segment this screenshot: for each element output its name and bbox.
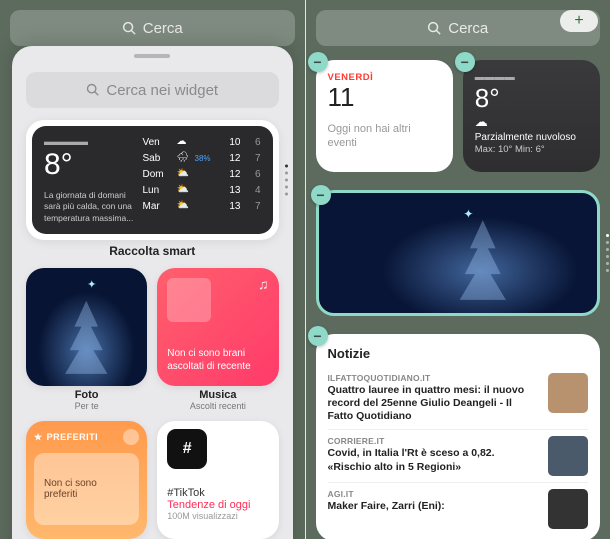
tiktok-widget[interactable]: #♪ #TikTok Tendenze di oggi 100M visuali…: [157, 421, 278, 539]
preferiti-head: PREFERITI: [47, 432, 99, 442]
cloud-icon: ☁: [475, 114, 588, 130]
widget-search[interactable]: Cerca nei widget: [26, 72, 279, 108]
tiktok-views: 100M visualizzazi: [167, 511, 268, 521]
search-bar[interactable]: Cerca: [316, 10, 601, 46]
tree-icon: [62, 296, 111, 379]
weather-icon: ☁: [177, 136, 189, 148]
search-icon: [122, 21, 137, 36]
news-headline: Quattro lauree in quattro mesi: il nuovo…: [328, 384, 541, 423]
foto-label: Foto: [26, 389, 147, 401]
search-placeholder: Cerca: [448, 20, 488, 37]
search-bar[interactable]: Cerca: [10, 10, 295, 46]
search-icon: [86, 83, 100, 97]
star-icon: ✦: [87, 278, 96, 291]
widget-search-placeholder: Cerca nei widget: [106, 82, 218, 99]
note-icon: ♪: [205, 426, 210, 437]
forecast-row: Lun⛅134: [143, 184, 261, 196]
search-placeholder: Cerca: [143, 20, 183, 37]
weather-range: Max: 10° Min: 6°: [475, 144, 588, 155]
grabber[interactable]: [134, 54, 170, 58]
weather-widget[interactable]: ▬▬▬▬ 8° La giornata di domani sarà più c…: [32, 126, 273, 234]
news-thumbnail: [548, 436, 588, 476]
news-headline: Maker Faire, Zarri (Eni):: [328, 500, 541, 513]
news-headline: Covid, in Italia l'Rt è sceso a 0,82. «R…: [328, 447, 541, 473]
news-item[interactable]: CORRIERE.ITCovid, in Italia l'Rt è sceso…: [328, 429, 589, 482]
weather-widget-small[interactable]: − ▬▬▬▬ 8° ☁ Parzialmente nuvoloso Max: 1…: [463, 60, 600, 172]
news-title: Notizie: [328, 346, 589, 361]
calendar-widget[interactable]: − VENERDÌ 11 Oggi non hai altri eventi: [316, 60, 453, 172]
preferiti-msg: Non ci sono preferiti: [44, 478, 129, 500]
news-source: AGI.IT: [328, 489, 541, 499]
weather-temp: 8°: [44, 150, 135, 180]
weather-icon: ⛅: [177, 200, 189, 212]
calendar-date: 11: [328, 83, 441, 112]
tree-icon: [441, 215, 525, 305]
musica-msg: Non ci sono brani ascoltati di recente: [167, 348, 268, 373]
weather-icon: ⛅: [177, 184, 189, 196]
remove-widget-button[interactable]: −: [455, 52, 475, 72]
musica-sub: Ascolti recenti: [157, 401, 278, 411]
page-dots: [285, 165, 288, 196]
news-widget[interactable]: − Notizie ILFATTOQUOTIDIANO.ITQuattro la…: [316, 334, 601, 539]
weather-icon: ⛅: [177, 168, 189, 180]
news-item[interactable]: ILFATTOQUOTIDIANO.ITQuattro lauree in qu…: [328, 367, 589, 429]
weather-location: ▬▬▬▬: [44, 136, 135, 148]
star-icon: ★: [34, 432, 43, 443]
music-icon: ♫: [258, 276, 269, 292]
foto-widget[interactable]: ✦: [26, 268, 147, 386]
forecast-row: Sab🌧38%127: [143, 152, 261, 164]
tiktok-icon: #♪: [167, 429, 207, 469]
forecast-row: Dom⛅126: [143, 168, 261, 180]
album-placeholder: [167, 278, 211, 322]
foto-sub: Per te: [26, 401, 147, 411]
news-source: CORRIERE.IT: [328, 436, 541, 446]
photo-stack-widget[interactable]: − ✦: [316, 190, 601, 316]
weather-desc: Parzialmente nuvoloso: [475, 132, 588, 143]
forecast-row: Ven☁106: [143, 136, 261, 148]
remove-widget-button[interactable]: −: [308, 52, 328, 72]
circle-icon: [123, 429, 139, 445]
page-dots: [606, 234, 609, 272]
widget-sheet: Cerca nei widget ▬▬▬▬ 8° La giornata di …: [12, 46, 293, 539]
preferiti-widget[interactable]: ★ PREFERITI Non ci sono preferiti: [26, 421, 147, 539]
smart-stack[interactable]: ▬▬▬▬ 8° La giornata di domani sarà più c…: [26, 120, 279, 240]
tiktok-tag: #TikTok: [167, 487, 268, 499]
news-thumbnail: [548, 489, 588, 529]
musica-label: Musica: [157, 389, 278, 401]
news-thumbnail: [548, 373, 588, 413]
musica-widget[interactable]: ♫ Non ci sono brani ascoltati di recente: [157, 268, 278, 386]
calendar-msg: Oggi non hai altri eventi: [328, 122, 441, 151]
add-widget-button[interactable]: +: [560, 10, 598, 32]
tiktok-trend: Tendenze di oggi: [167, 499, 268, 511]
news-item[interactable]: AGI.ITMaker Faire, Zarri (Eni):: [328, 482, 589, 535]
news-source: ILFATTOQUOTIDIANO.IT: [328, 373, 541, 383]
weather-location: ▬▬▬▬: [475, 72, 588, 83]
search-icon: [427, 21, 442, 36]
weather-desc: La giornata di domani sarà più calda, co…: [44, 190, 135, 224]
smart-stack-label: Raccolta smart: [26, 244, 279, 258]
remove-widget-button[interactable]: −: [308, 326, 328, 346]
weather-icon: 🌧: [177, 152, 189, 164]
weather-temp: 8°: [475, 83, 588, 114]
remove-widget-button[interactable]: −: [311, 185, 331, 205]
forecast-row: Mar⛅137: [143, 200, 261, 212]
